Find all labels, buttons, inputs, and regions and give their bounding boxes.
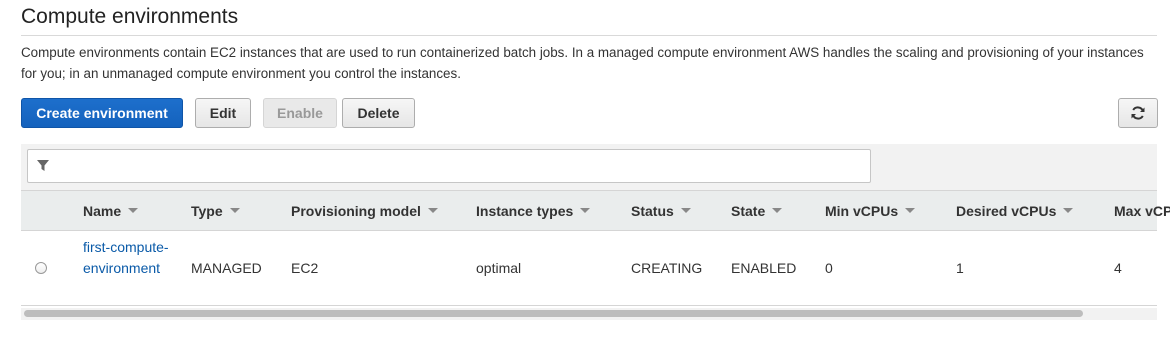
edit-button[interactable]: Edit xyxy=(195,98,251,128)
row-select-radio[interactable] xyxy=(35,262,47,274)
table-row[interactable]: first-compute-environment MANAGED EC2 op… xyxy=(21,231,1157,306)
create-environment-button[interactable]: Create environment xyxy=(21,98,183,128)
column-header-type[interactable]: Type xyxy=(191,191,240,230)
cell-min-vcpus: 0 xyxy=(825,260,833,276)
refresh-icon xyxy=(1131,106,1145,120)
sort-caret-icon xyxy=(1063,208,1074,213)
filter-icon xyxy=(37,160,49,171)
cell-provisioning-model: EC2 xyxy=(291,260,319,276)
column-header-status[interactable]: Status xyxy=(631,191,691,230)
refresh-button[interactable] xyxy=(1118,98,1158,128)
page-description: Compute environments contain EC2 instanc… xyxy=(21,45,1144,81)
sort-caret-icon xyxy=(128,208,139,213)
column-header-min-vcpus[interactable]: Min vCPUs xyxy=(825,191,916,230)
page-title: Compute environments xyxy=(21,5,239,28)
environment-name-link[interactable]: first-compute-environment xyxy=(83,237,173,279)
horizontal-scrollbar[interactable] xyxy=(21,308,1157,320)
sort-caret-icon xyxy=(680,208,691,213)
cell-instance-types: optimal xyxy=(476,260,522,276)
sort-caret-icon xyxy=(427,208,438,213)
column-header-desired-vcpus[interactable]: Desired vCPUs xyxy=(956,191,1074,230)
scrollbar-thumb[interactable] xyxy=(24,310,1083,317)
cell-max-vcpus: 4 xyxy=(1114,260,1122,276)
column-header-max-vcpus[interactable]: Max vCPUs xyxy=(1114,191,1170,230)
filter-input[interactable] xyxy=(27,149,871,183)
sort-caret-icon xyxy=(772,208,783,213)
cell-type: MANAGED xyxy=(191,260,262,276)
column-header-state[interactable]: State xyxy=(731,191,783,230)
table-header: Name Type Provisioning model Instance ty… xyxy=(21,190,1170,231)
sort-caret-icon xyxy=(905,208,916,213)
sort-caret-icon xyxy=(229,208,240,213)
cell-state: ENABLED xyxy=(731,260,797,276)
cell-desired-vcpus: 1 xyxy=(956,260,964,276)
sort-caret-icon xyxy=(580,208,591,213)
column-header-instance-types[interactable]: Instance types xyxy=(476,191,591,230)
delete-button[interactable]: Delete xyxy=(342,98,415,128)
cell-status: CREATING xyxy=(631,260,703,276)
column-header-provisioning-model[interactable]: Provisioning model xyxy=(291,191,438,230)
enable-button[interactable]: Enable xyxy=(263,98,337,128)
title-divider xyxy=(21,35,1157,36)
filter-bar xyxy=(21,144,1157,190)
column-header-name[interactable]: Name xyxy=(83,191,139,230)
